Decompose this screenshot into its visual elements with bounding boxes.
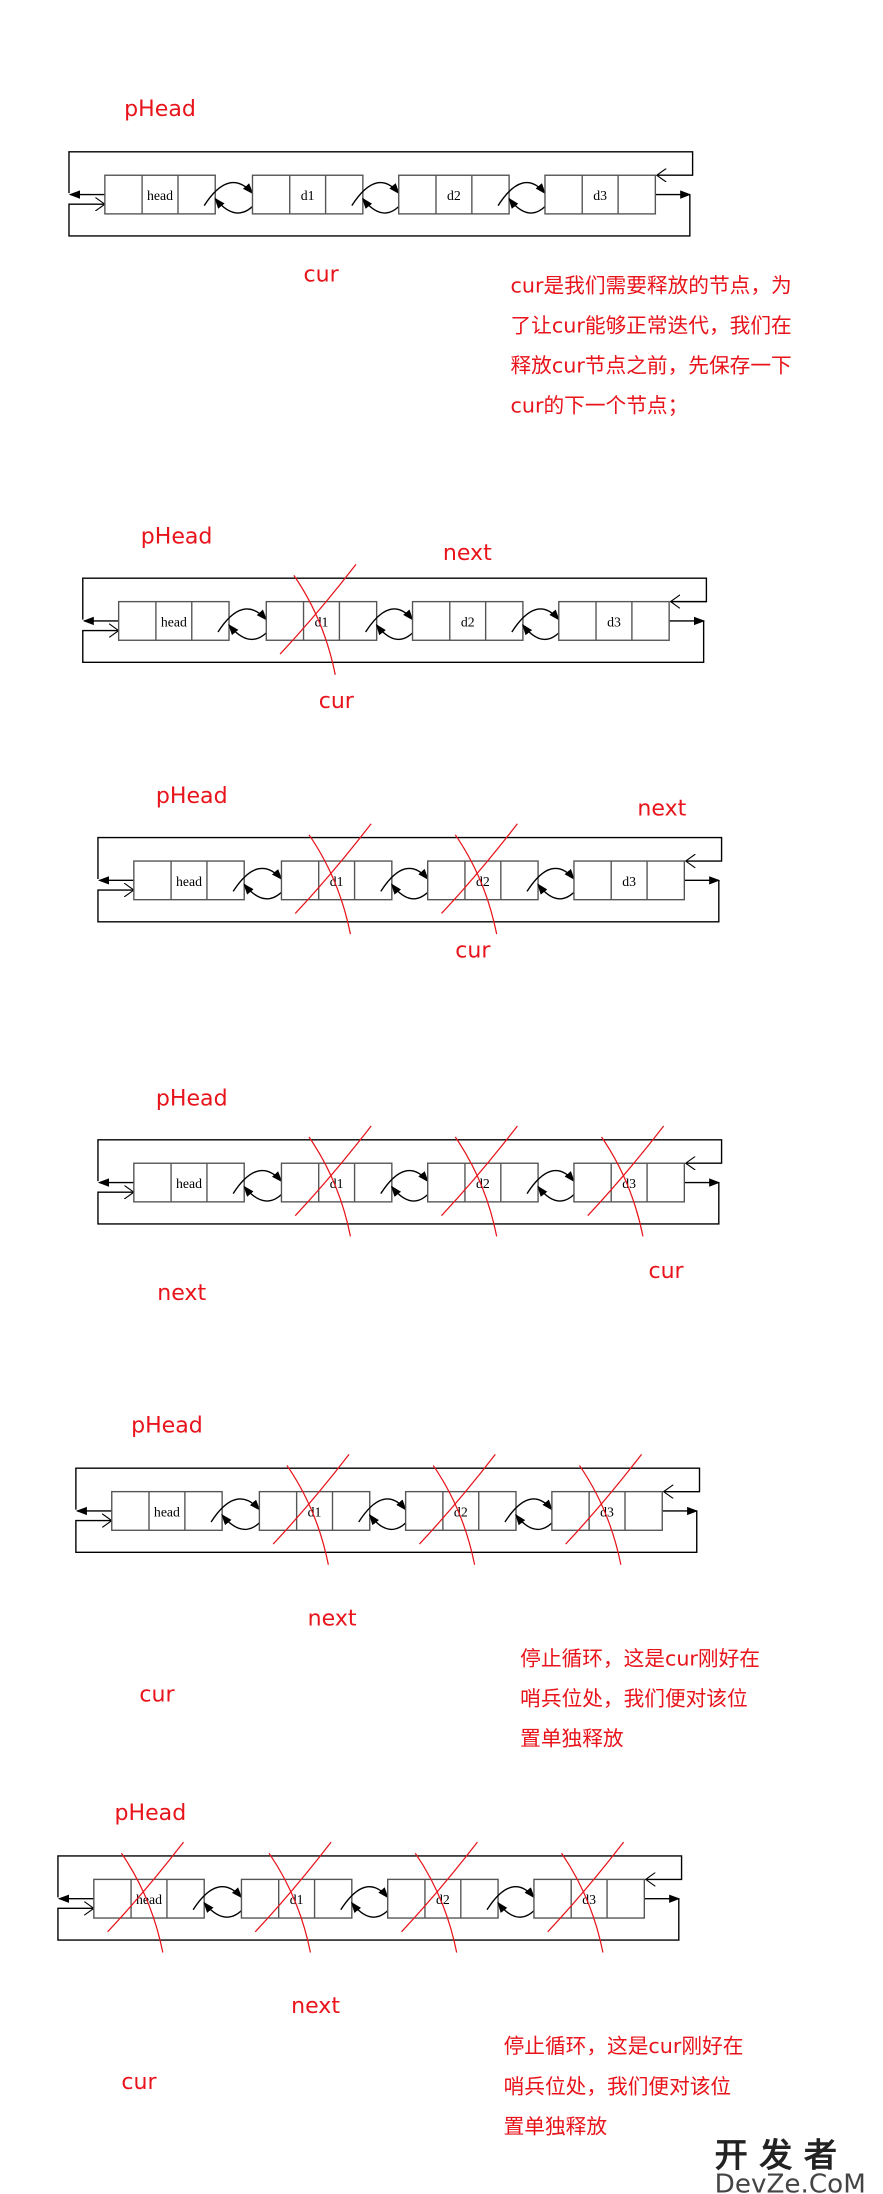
node-d3: d3 bbox=[544, 174, 657, 215]
next-label: next bbox=[637, 797, 686, 822]
phead-label: pHead bbox=[141, 525, 213, 550]
phead-label: pHead bbox=[124, 97, 196, 122]
node-label: head bbox=[176, 1176, 202, 1191]
phead-label: pHead bbox=[115, 1801, 187, 1826]
node-label: head bbox=[176, 874, 202, 889]
cur-label: cur bbox=[455, 939, 491, 964]
explanation-note-line: 哨兵位处，我们便对该位 bbox=[520, 1687, 748, 1711]
cur-label: cur bbox=[139, 1682, 175, 1707]
node-label: d3 bbox=[622, 874, 636, 889]
next-label: next bbox=[157, 1281, 206, 1306]
node-label: d1 bbox=[301, 188, 315, 203]
explanation-note-line: 置单独释放 bbox=[504, 2114, 608, 2138]
phead-label: pHead bbox=[156, 784, 228, 809]
diagram-1: head d1 d2 d3 pHead cur cur是我们需要释放的节点，为了让cur能够… bbox=[68, 97, 792, 418]
node-d3: d3 bbox=[558, 600, 670, 641]
cur-label: cur bbox=[648, 1259, 684, 1284]
cur-label: cur bbox=[319, 689, 355, 714]
diagram-3: head d1 d2 d3pHead nextcur bbox=[97, 784, 723, 964]
node-label: head bbox=[154, 1504, 180, 1519]
explanation-note-line: 哨兵位处，我们便对该位 bbox=[504, 2074, 732, 2098]
phead-label: pHead bbox=[131, 1413, 203, 1438]
node-head: head bbox=[133, 860, 245, 901]
phead-label: pHead bbox=[156, 1086, 228, 1111]
explanation-note-line: 停止循环，这是cur刚好在 bbox=[520, 1647, 760, 1671]
diagram-2: head d1 d2 d3pHeadnextcur bbox=[82, 525, 708, 714]
node-d3: d3 bbox=[573, 860, 686, 901]
node-label: head bbox=[161, 614, 187, 629]
node-d2: d2 bbox=[398, 174, 510, 215]
linked-list-destroy-diagram: head d1 d2 d3 pHead cur cur是我们需要释放的节点，为了让cur能够… bbox=[57, 97, 883, 2194]
node-label: d3 bbox=[607, 614, 621, 629]
watermark-line2: DevZe.CoM bbox=[715, 2170, 866, 2194]
explanation-note-line: 置单独释放 bbox=[520, 1727, 624, 1751]
next-label: next bbox=[291, 1994, 340, 2019]
node-label: d2 bbox=[461, 614, 475, 629]
explanation-note-line: 了让cur能够正常迭代，我们在 bbox=[510, 314, 791, 338]
explanation-note-line: 释放cur节点之前，先保存一下 bbox=[510, 354, 791, 378]
explanation-note-line: cur的下一个节点； bbox=[510, 394, 688, 418]
cur-label: cur bbox=[121, 2070, 157, 2095]
explanation-note-line: 停止循环，这是cur刚好在 bbox=[504, 2034, 744, 2058]
next-label: next bbox=[308, 1606, 357, 1631]
diagram-6: head d1 d2 d3pHeadnextcur停止循环，这是cur刚好在哨兵位处，… bbox=[57, 1801, 744, 2138]
node-head: head bbox=[117, 600, 230, 641]
node-label: head bbox=[147, 188, 173, 203]
diagram-4: head d1 d2 d3pHeadnextcur bbox=[97, 1086, 723, 1306]
explanation-note-line: cur是我们需要释放的节点，为 bbox=[510, 274, 791, 298]
node-head: head bbox=[104, 174, 216, 215]
node-d2: d2 bbox=[411, 600, 524, 641]
cur-label: cur bbox=[304, 262, 340, 287]
node-head: head bbox=[133, 1162, 245, 1203]
watermark-line1: 开 发 者 bbox=[715, 2135, 837, 2174]
node-head: head bbox=[111, 1490, 223, 1531]
diagram-5: head d1 d2 d3pHeadnextcur停止循环，这是cur刚好在哨兵位处，… bbox=[75, 1413, 760, 1751]
watermark: 开 发 者 DevZe.CoM bbox=[711, 2134, 883, 2194]
node-label: d3 bbox=[593, 188, 607, 203]
node-d1: d1 bbox=[251, 174, 364, 215]
next-label: next bbox=[443, 541, 492, 566]
node-label: d2 bbox=[447, 188, 461, 203]
